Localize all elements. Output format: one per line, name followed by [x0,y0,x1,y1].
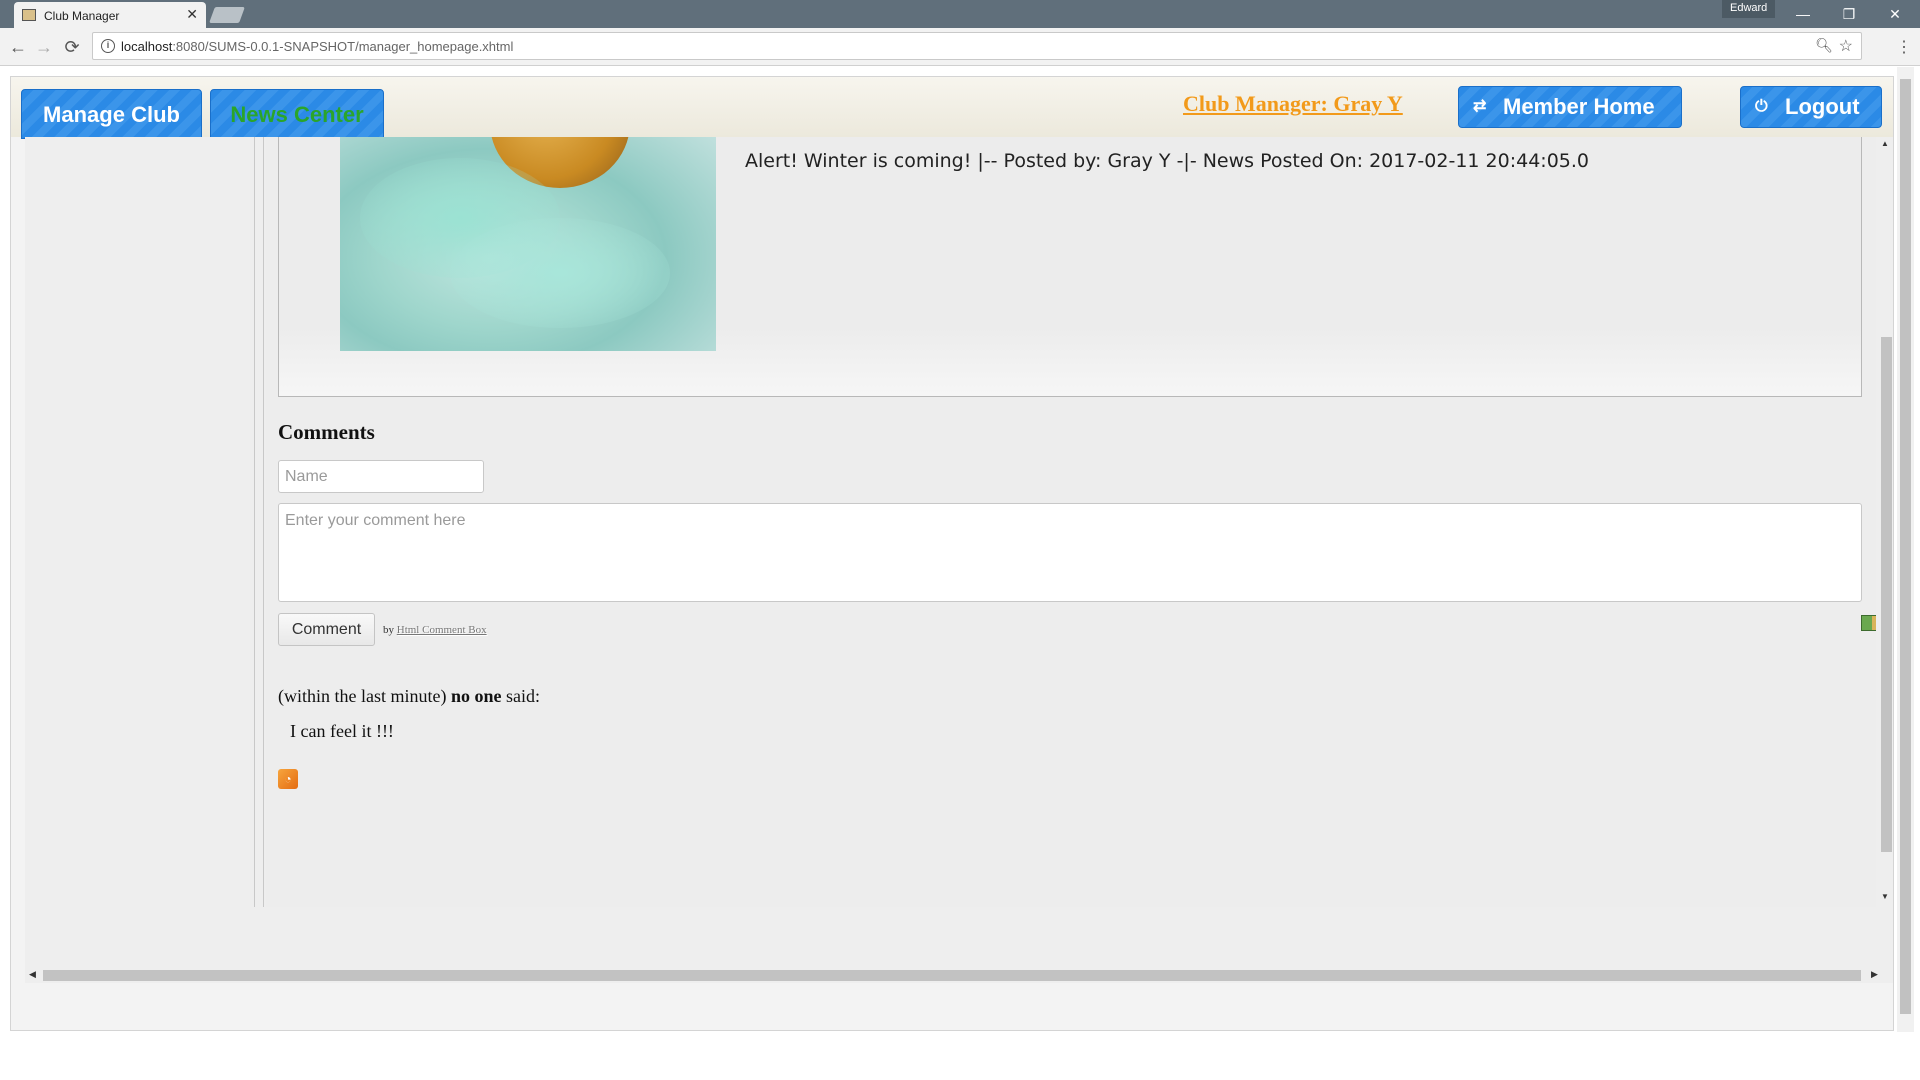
comment-textarea[interactable] [278,503,1862,602]
comments-title: Comments [278,420,375,444]
browser-menu-icon[interactable]: ⋮ [1896,37,1912,57]
club-manager-link[interactable]: Club Manager: Gray Y [1183,91,1403,117]
comment-said: said: [505,686,540,706]
name-input[interactable] [278,460,484,493]
restore-icon[interactable]: ❐ [1826,3,1872,25]
rss-icon[interactable]: ◔ [278,769,298,789]
news-panel: Alert! Winter is coming! |-- Posted by: … [278,137,1862,397]
scroll-right-icon[interactable]: ▶ [1871,969,1878,980]
bookmark-star-icon[interactable]: ☆ [1839,36,1853,56]
tab-close-icon[interactable]: ✕ [186,6,198,23]
news-image [340,137,716,351]
scrollbar-thumb[interactable] [1881,337,1892,852]
comment-body: I can feel it !!! [290,721,394,741]
comment-author: no one [450,686,502,706]
browser-titlebar: Club Manager ✕ Edward — ❐ ✕ [0,0,1920,28]
page-viewport: Manage Club News Center Club Manager: Gr… [0,67,1920,1080]
export-icon[interactable] [1861,615,1876,631]
reload-icon[interactable]: ⟳ [62,37,82,58]
address-bar[interactable]: i localhost:8080/SUMS-0.0.1-SNAPSHOT/man… [92,32,1862,60]
divider [263,137,264,907]
tab-news-center[interactable]: News Center [210,89,384,139]
page-scrollbar-thumb[interactable] [1900,79,1911,1014]
news-text: Alert! Winter is coming! |-- Posted by: … [745,150,1589,172]
logout-label: Logout [1785,94,1860,119]
scroll-up-icon[interactable]: ▲ [1881,139,1889,148]
logout-button[interactable]: ⏻ Logout [1740,86,1882,128]
app-inner: Alert! Winter is coming! |-- Posted by: … [25,137,1893,983]
tab-title: Club Manager [44,9,120,23]
by-prefix: by [383,624,394,636]
minimize-icon[interactable]: — [1780,3,1826,25]
sidebar [25,137,255,907]
member-home-button[interactable]: ⇄ Member Home [1458,86,1682,128]
comment-button[interactable]: Comment [278,613,375,646]
image-smoke [450,218,670,328]
tab-manage-club[interactable]: Manage Club [21,89,202,139]
page-frame: Manage Club News Center Club Manager: Gr… [10,76,1894,1031]
swap-arrows-icon: ⇄ [1473,98,1487,115]
zoom-icon[interactable]: 🔍︎ [1815,37,1833,54]
browser-tab[interactable]: Club Manager ✕ [14,2,206,28]
close-window-icon[interactable]: ✕ [1872,3,1918,25]
forward-icon[interactable]: → [34,37,54,58]
comment-time: (within the last minute) [278,686,447,706]
info-icon[interactable]: i [101,39,115,53]
powered-by: by Html Comment Box [383,624,487,636]
content-vertical-scrollbar[interactable]: ▲ ▼ [1877,137,1893,907]
power-icon: ⏻ [1755,98,1768,115]
browser-toolbar: ← → ⟳ i localhost:8080/SUMS-0.0.1-SNAPSH… [0,28,1920,66]
new-tab-button[interactable] [209,7,245,23]
scroll-left-icon[interactable]: ◀ [29,969,36,980]
scrollbar-thumb[interactable] [43,970,1861,981]
html-comment-box-link[interactable]: Html Comment Box [397,624,487,636]
content-horizontal-scrollbar[interactable]: ◀ ▶ [25,967,1893,983]
comment-meta: (within the last minute) no one said: [278,686,540,707]
favicon-icon [22,9,36,21]
scroll-down-icon[interactable]: ▼ [1881,892,1889,901]
news-content[interactable]: Alert! Winter is coming! |-- Posted by: … [266,137,1876,907]
member-home-label: Member Home [1503,94,1655,119]
url-text: localhost:8080/SUMS-0.0.1-SNAPSHOT/manag… [121,39,514,54]
profile-badge[interactable]: Edward [1722,0,1776,18]
page-vertical-scrollbar[interactable] [1897,67,1914,1032]
back-icon[interactable]: ← [8,37,28,58]
app-header: Manage Club News Center Club Manager: Gr… [11,77,1893,139]
